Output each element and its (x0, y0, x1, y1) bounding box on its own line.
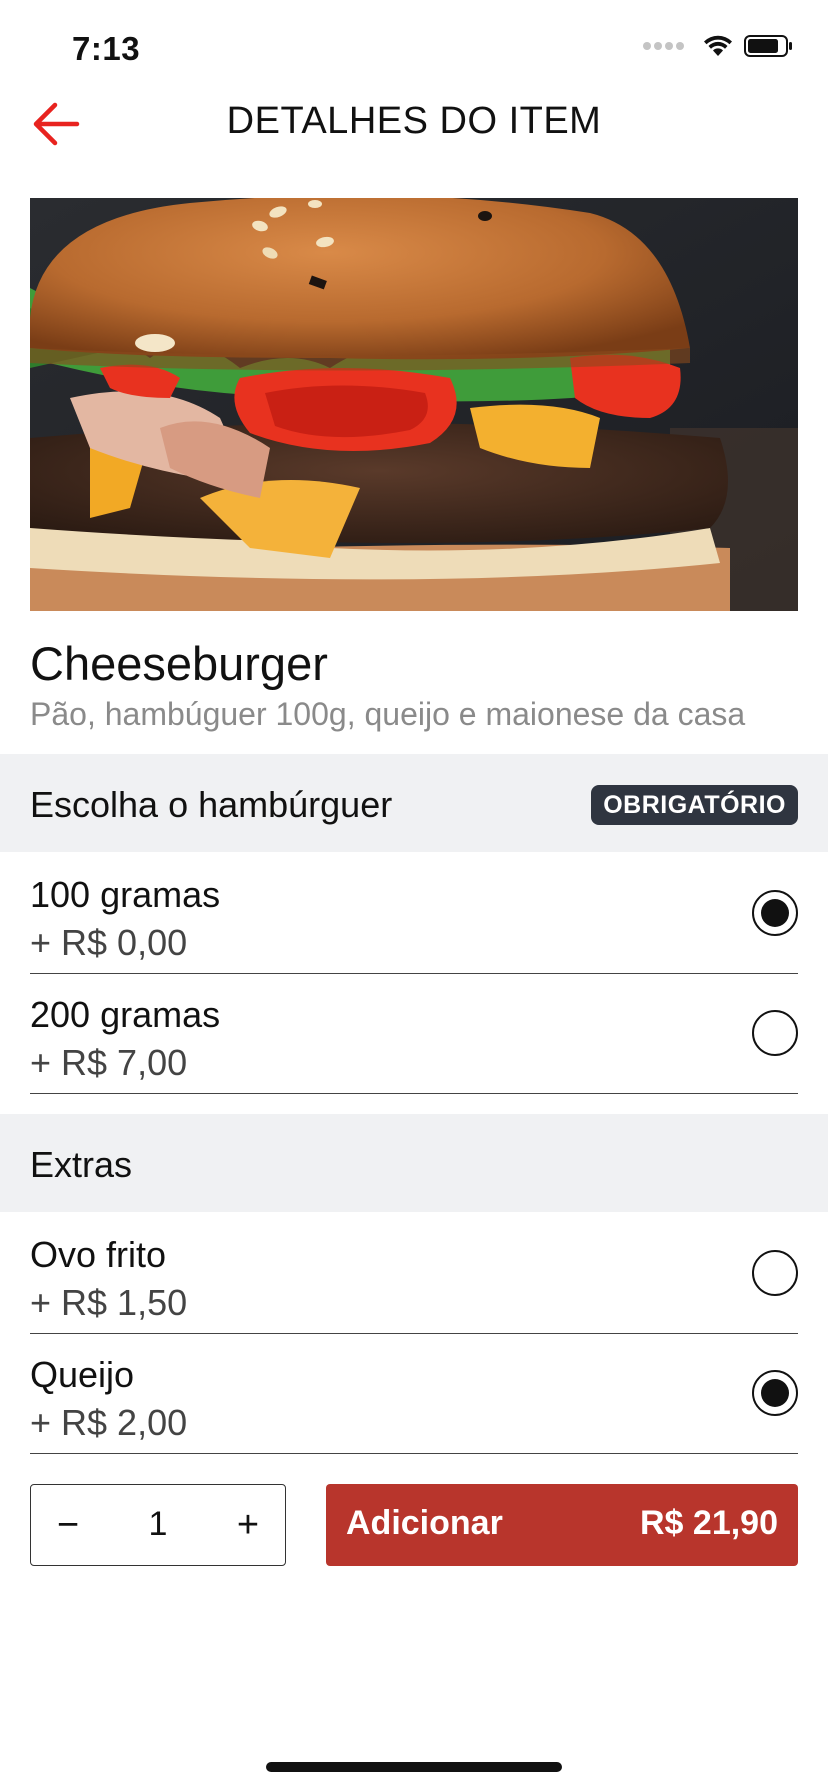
required-badge: OBRIGATÓRIO (591, 785, 798, 825)
radio-selected[interactable] (752, 890, 798, 936)
option-price: + R$ 7,00 (30, 1042, 188, 1083)
nav-bar: DETALHES DO ITEM (0, 94, 828, 154)
add-to-cart-button[interactable]: Adicionar R$ 21,90 (326, 1484, 798, 1566)
radio-selected[interactable] (752, 1370, 798, 1416)
section-header-extras: Extras (0, 1114, 828, 1212)
add-button-label: Adicionar (346, 1504, 503, 1542)
radio-unselected[interactable] (752, 1250, 798, 1296)
item-image (30, 198, 798, 611)
status-time: 7:13 (72, 30, 141, 67)
home-indicator[interactable] (266, 1762, 562, 1772)
option-row-queijo[interactable]: Queijo + R$ 2,00 (30, 1336, 798, 1454)
option-price: + R$ 2,00 (30, 1402, 188, 1443)
quantity-stepper: − 1 + (30, 1484, 286, 1566)
option-row-200g[interactable]: 200 gramas + R$ 7,00 (30, 976, 798, 1094)
status-bar: 7:13 (0, 0, 828, 100)
option-price: + R$ 1,50 (30, 1282, 188, 1323)
status-icons (643, 34, 794, 58)
burger-illustration (30, 198, 798, 611)
option-row-ovo-frito[interactable]: Ovo frito + R$ 1,50 (30, 1216, 798, 1334)
item-description: Pão, hambúguer 100g, queijo e maionese d… (30, 696, 746, 732)
section-title: Extras (30, 1144, 133, 1185)
option-name: Ovo frito (30, 1234, 167, 1275)
page-title: DETALHES DO ITEM (226, 100, 602, 142)
battery-icon (744, 35, 792, 57)
section-header-burger: Escolha o hambúrguer OBRIGATÓRIO (0, 754, 828, 852)
add-button-total: R$ 21,90 (640, 1504, 778, 1542)
option-row-100g[interactable]: 100 gramas + R$ 0,00 (30, 856, 798, 974)
option-name: 200 gramas (30, 994, 221, 1035)
increment-button[interactable]: + (213, 1485, 283, 1565)
item-name: Cheeseburger (30, 637, 328, 690)
radio-unselected[interactable] (752, 1010, 798, 1056)
option-name: 100 gramas (30, 874, 221, 915)
option-name: Queijo (30, 1354, 135, 1395)
cellular-signal-icon (643, 42, 684, 50)
section-title: Escolha o hambúrguer (30, 784, 393, 825)
wifi-icon (704, 35, 732, 56)
option-price: + R$ 0,00 (30, 922, 188, 963)
